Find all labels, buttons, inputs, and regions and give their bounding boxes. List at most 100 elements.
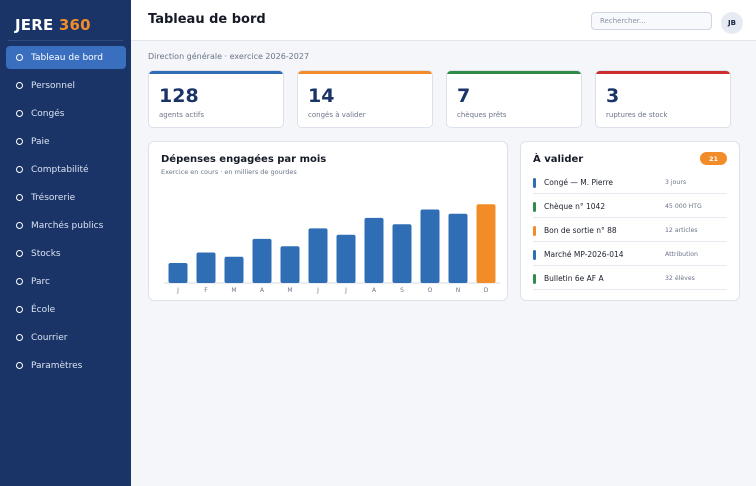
kpi-accent-bar xyxy=(596,71,730,74)
sidebar-item-9[interactable]: École xyxy=(6,298,126,321)
x-tick-label: D xyxy=(484,287,489,294)
sidebar-item-label: Paie xyxy=(31,136,50,147)
chart-bar-0[interactable] xyxy=(168,263,188,283)
page-title: Tableau de bord xyxy=(148,12,266,27)
sidebar-item-2[interactable]: Congés xyxy=(6,102,126,125)
sidebar-item-label: Tableau de bord xyxy=(31,52,103,63)
validation-item-name: Chèque n° 1042 xyxy=(544,202,606,211)
sidebar-item-label: Stocks xyxy=(31,248,61,259)
circle-icon xyxy=(16,306,23,313)
kpi-accent-bar xyxy=(298,71,432,74)
x-tick-label: M xyxy=(287,287,292,294)
sidebar-item-label: Paramètres xyxy=(31,360,83,371)
expenses-bar-chart: JFMAMJJASOND xyxy=(164,204,500,294)
sidebar-item-3[interactable]: Paie xyxy=(6,130,126,153)
circle-icon xyxy=(16,222,23,229)
validation-item[interactable]: Congé — M. Pierre 3 jours xyxy=(533,170,727,194)
kpi-value: 128 xyxy=(159,85,199,107)
pending-count-badge: 21 xyxy=(700,152,727,165)
validation-item-name: Marché MP-2026-014 xyxy=(544,250,624,259)
kpi-value: 7 xyxy=(457,85,471,107)
chart-bar-10[interactable] xyxy=(448,213,468,283)
sidebar-item-label: Congés xyxy=(31,108,65,119)
kpi-card-conges[interactable]: 14 congés à valider xyxy=(297,70,433,128)
user-avatar[interactable]: JB xyxy=(721,12,743,34)
x-tick-label: J xyxy=(316,287,319,294)
validation-item-meta: 45 000 HTG xyxy=(665,203,702,210)
validation-title: À valider xyxy=(533,154,584,165)
search-input[interactable] xyxy=(591,12,712,30)
x-tick-label: S xyxy=(400,287,404,294)
sidebar-item-label: Comptabilité xyxy=(31,164,89,175)
x-tick-label: A xyxy=(260,287,265,294)
logo-divider xyxy=(8,40,123,41)
sidebar-item-10[interactable]: Courrier xyxy=(6,326,126,349)
kpi-value: 3 xyxy=(606,85,620,107)
sidebar-item-label: Trésorerie xyxy=(31,192,76,203)
circle-icon xyxy=(16,250,23,257)
kpi-label: agents actifs xyxy=(159,111,205,119)
chart-bar-8[interactable] xyxy=(392,224,412,283)
expenses-chart-card: Dépenses engagées par mois Exercice en c… xyxy=(148,141,508,301)
validation-item-meta: 3 jours xyxy=(665,179,687,186)
circle-icon xyxy=(16,362,23,369)
x-tick-label: A xyxy=(372,287,377,294)
sidebar-item-4[interactable]: Comptabilité xyxy=(6,158,126,181)
status-marker xyxy=(533,274,536,284)
validation-item[interactable]: Marché MP-2026-014 Attribution xyxy=(533,242,727,266)
circle-icon xyxy=(16,194,23,201)
validation-item-name: Bulletin 6e AF A xyxy=(544,274,604,283)
app-logo[interactable]: JERE 360 xyxy=(15,16,91,34)
chart-bar-4[interactable] xyxy=(280,246,300,283)
validation-item[interactable]: Chèque n° 1042 45 000 HTG xyxy=(533,194,727,218)
sidebar-item-label: Personnel xyxy=(31,80,75,91)
x-tick-label: M xyxy=(231,287,236,294)
chart-bar-9[interactable] xyxy=(420,209,440,284)
chart-bar-11[interactable] xyxy=(476,204,496,283)
chart-bar-3[interactable] xyxy=(252,238,272,283)
validation-list: Congé — M. Pierre 3 jours Chèque n° 1042 45… xyxy=(533,170,727,290)
validation-item-meta: 32 élèves xyxy=(665,275,695,282)
circle-icon xyxy=(16,82,23,89)
x-tick-label: N xyxy=(456,287,461,294)
chart-bar-1[interactable] xyxy=(196,252,216,283)
kpi-card-cheques[interactable]: 7 chèques prêts xyxy=(446,70,582,128)
logo-accent: 360 xyxy=(58,16,91,34)
chart-bar-6[interactable] xyxy=(336,234,356,283)
page-subtitle: Direction générale · exercice 2026-2027 xyxy=(148,52,310,61)
validation-item[interactable]: Bulletin 6e AF A 32 élèves xyxy=(533,266,727,290)
sidebar-item-5[interactable]: Trésorerie xyxy=(6,186,126,209)
sidebar: JERE 360 Tableau de bord Personnel Congés P… xyxy=(0,0,131,486)
logo-text: JERE xyxy=(15,16,59,34)
circle-icon xyxy=(16,54,23,61)
chart-bar-5[interactable] xyxy=(308,228,328,283)
validation-item[interactable]: Bon de sortie n° 88 12 articles xyxy=(533,218,727,242)
kpi-accent-bar xyxy=(447,71,581,74)
chart-bar-2[interactable] xyxy=(224,256,244,283)
kpi-card-stock[interactable]: 3 ruptures de stock xyxy=(595,70,731,128)
sidebar-item-1[interactable]: Personnel xyxy=(6,74,126,97)
sidebar-item-7[interactable]: Stocks xyxy=(6,242,126,265)
kpi-accent-bar xyxy=(149,71,283,74)
sidebar-item-8[interactable]: Parc xyxy=(6,270,126,293)
x-tick-label: O xyxy=(428,287,433,294)
x-tick-label: J xyxy=(176,287,179,294)
circle-icon xyxy=(16,110,23,117)
sidebar-item-6[interactable]: Marchés publics xyxy=(6,214,126,237)
sidebar-item-label: Parc xyxy=(31,276,50,287)
x-tick-label: J xyxy=(344,287,347,294)
chart-bar-7[interactable] xyxy=(364,217,384,283)
status-marker xyxy=(533,250,536,260)
status-marker xyxy=(533,202,536,212)
x-tick-label: F xyxy=(204,287,208,294)
sidebar-item-label: École xyxy=(31,304,56,315)
kpi-label: ruptures de stock xyxy=(606,111,668,119)
top-header: Tableau de bord JB xyxy=(131,0,756,41)
status-marker xyxy=(533,178,536,188)
sidebar-item-0[interactable]: Tableau de bord xyxy=(6,46,126,69)
validation-item-name: Bon de sortie n° 88 xyxy=(544,226,617,235)
validation-item-meta: 12 articles xyxy=(665,227,698,234)
sidebar-item-11[interactable]: Paramètres xyxy=(6,354,126,377)
sidebar-nav: Tableau de bord Personnel Congés Paie Compta… xyxy=(6,46,126,382)
kpi-card-agents[interactable]: 128 agents actifs xyxy=(148,70,284,128)
